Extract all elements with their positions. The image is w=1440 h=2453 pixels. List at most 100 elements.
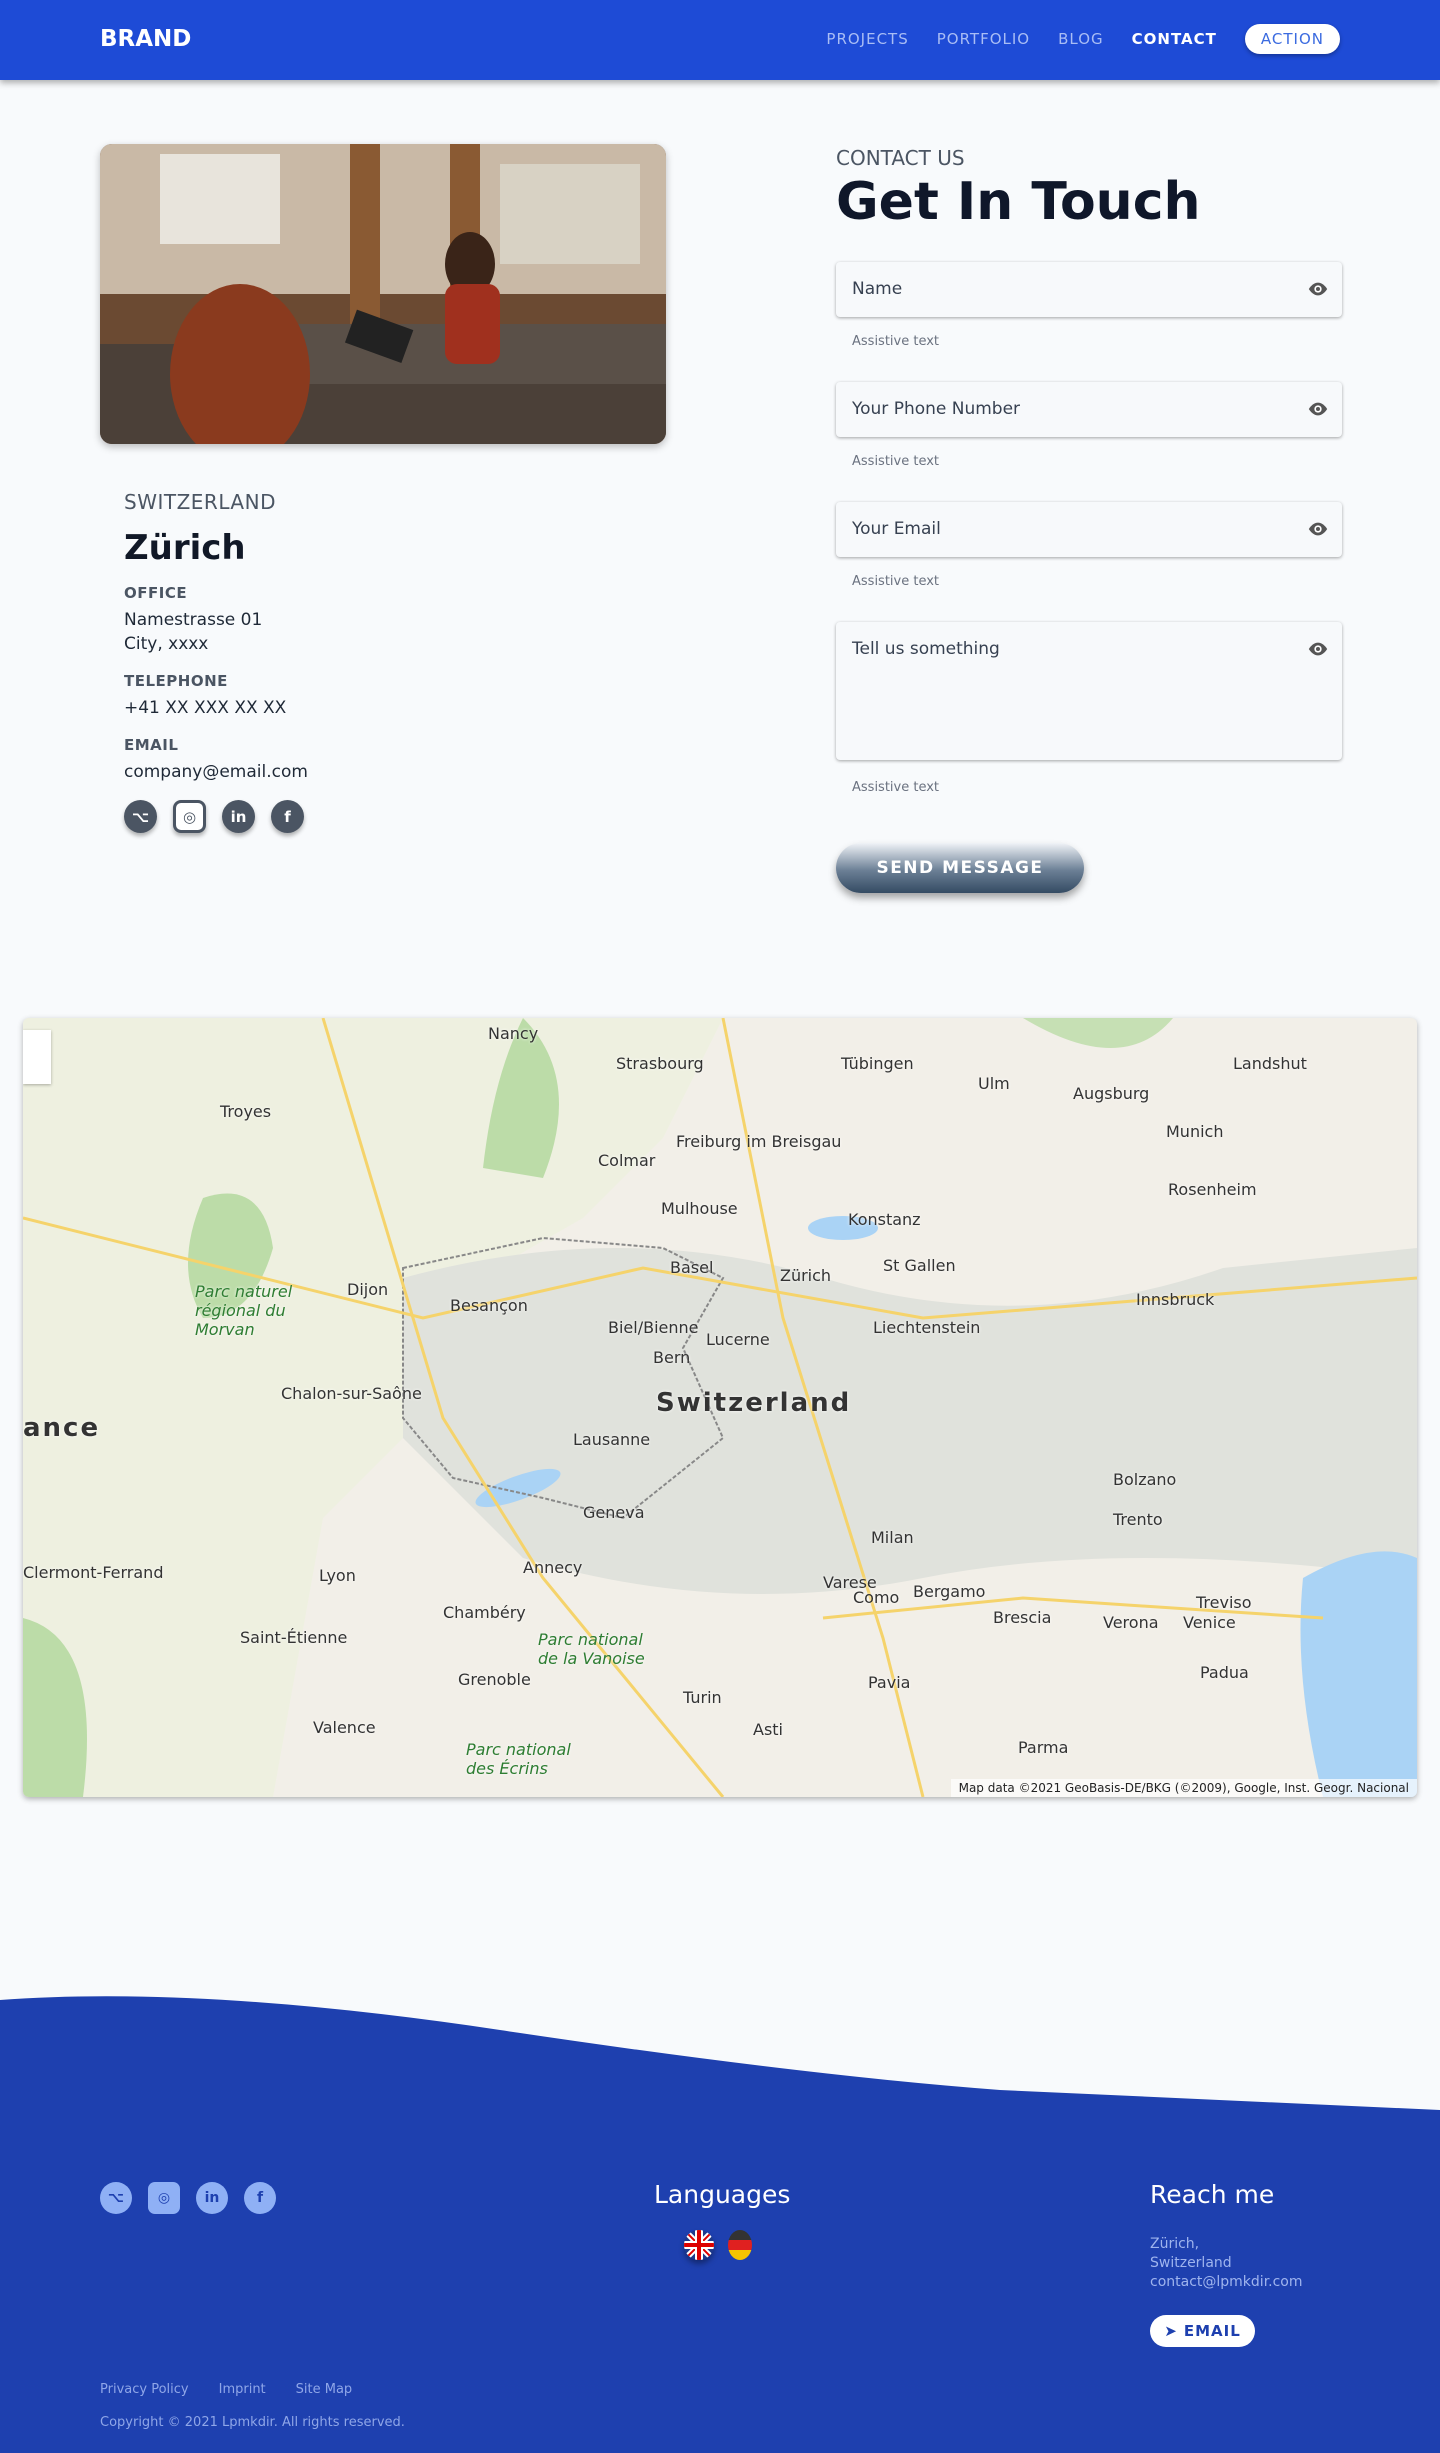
office-line2: City, xxxx	[124, 634, 209, 654]
map-label: Pavia	[868, 1673, 911, 1692]
footer-socials: ⌥ ◎ in f	[100, 2182, 276, 2214]
site-map-link[interactable]: Site Map	[296, 2382, 353, 2397]
map-label: Rosenheim	[1168, 1180, 1257, 1199]
map-control[interactable]	[23, 1030, 51, 1084]
map-label: Switzerland	[656, 1388, 852, 1418]
map[interactable]: Switzerland Zürich Bern Basel Lucerne Geneva L…	[23, 1018, 1417, 1797]
name-assistive-text: Assistive text	[852, 334, 940, 349]
imprint-link[interactable]: Imprint	[219, 2382, 266, 2397]
navbar: BRAND PROJECTS PORTFOLIO BLOG CONTACT AC…	[0, 0, 1440, 80]
facebook-icon[interactable]: f	[244, 2182, 276, 2214]
map-label: Padua	[1200, 1663, 1249, 1682]
brand-logo[interactable]: BRAND	[100, 26, 191, 52]
nav-portfolio[interactable]: PORTFOLIO	[937, 30, 1030, 48]
map-label: St Gallen	[883, 1256, 956, 1275]
map-label: Clermont-Ferrand	[23, 1563, 164, 1582]
privacy-policy-link[interactable]: Privacy Policy	[100, 2382, 189, 2397]
phone-placeholder: Your Phone Number	[852, 399, 1021, 419]
map-label: Landshut	[1233, 1054, 1307, 1073]
office-photo	[100, 144, 666, 444]
instagram-icon[interactable]: ◎	[173, 800, 206, 833]
reach-country: Switzerland	[1150, 2255, 1232, 2271]
map-label: Zürich	[780, 1266, 832, 1285]
phone-assistive-text: Assistive text	[852, 454, 940, 469]
instagram-icon[interactable]: ◎	[148, 2182, 180, 2214]
city: Zürich	[124, 528, 246, 568]
map-label: Parc national des Écrins	[466, 1740, 571, 1778]
contact-eyebrow: CONTACT US	[836, 146, 965, 170]
action-button[interactable]: ACTION	[1244, 24, 1340, 54]
send-message-button[interactable]: SEND MESSAGE	[836, 843, 1084, 893]
map-label: Brescia	[993, 1608, 1052, 1627]
telephone-label: TELEPHONE	[124, 672, 228, 690]
map-label: Dijon	[347, 1280, 389, 1299]
message-assistive-text: Assistive text	[852, 780, 940, 795]
map-label: Tübingen	[841, 1054, 914, 1073]
github-icon[interactable]: ⌥	[100, 2182, 132, 2214]
map-label: Liechtenstein	[873, 1318, 981, 1337]
map-label: Besançon	[450, 1296, 528, 1315]
eye-icon[interactable]	[1306, 278, 1330, 300]
nav-projects[interactable]: PROJECTS	[826, 30, 908, 48]
map-label: Bern	[653, 1348, 691, 1367]
email-button-label: EMAIL	[1183, 2322, 1241, 2340]
map-label: Mulhouse	[661, 1199, 738, 1218]
email-input[interactable]: Your Email	[836, 502, 1342, 557]
map-label: Varese	[823, 1573, 877, 1592]
eye-icon[interactable]	[1306, 398, 1330, 420]
email-placeholder: Your Email	[852, 519, 941, 539]
reach-city: Zürich,	[1150, 2236, 1200, 2252]
eye-icon[interactable]	[1306, 638, 1330, 660]
map-label: Chalon-sur-Saône	[281, 1384, 422, 1403]
nav-contact[interactable]: CONTACT	[1132, 30, 1217, 48]
languages-title: Languages	[654, 2180, 791, 2209]
map-label: Freiburg im Breisgau	[676, 1132, 842, 1151]
github-icon[interactable]: ⌥	[124, 800, 157, 833]
message-placeholder: Tell us something	[852, 639, 1000, 659]
linkedin-icon[interactable]: in	[196, 2182, 228, 2214]
eye-icon[interactable]	[1306, 518, 1330, 540]
map-label: Bergamo	[913, 1582, 986, 1601]
map-label: Asti	[753, 1720, 783, 1739]
copyright: Copyright © 2021 Lpmkdir. All rights res…	[100, 2415, 405, 2430]
map-label: Annecy	[523, 1558, 583, 1577]
map-label: Ulm	[978, 1074, 1010, 1093]
office-label: OFFICE	[124, 584, 188, 602]
flag-uk-icon[interactable]	[684, 2230, 714, 2260]
send-icon: ➤	[1164, 2322, 1178, 2340]
email-assistive-text: Assistive text	[852, 574, 940, 589]
map-label: Verona	[1103, 1613, 1159, 1632]
phone-input[interactable]: Your Phone Number	[836, 382, 1342, 437]
office-line1: Namestrasse 01	[124, 610, 263, 630]
email-button[interactable]: ➤ EMAIL	[1150, 2315, 1255, 2347]
map-label: Strasbourg	[616, 1054, 704, 1073]
country: SWITZERLAND	[124, 490, 276, 514]
map-label: Milan	[871, 1528, 914, 1547]
map-label: Bolzano	[1113, 1470, 1177, 1489]
map-label: Parma	[1018, 1738, 1069, 1757]
reach-email[interactable]: contact@lpmkdir.com	[1150, 2273, 1303, 2292]
message-textarea[interactable]: Tell us something	[836, 622, 1342, 760]
map-label: Lucerne	[706, 1330, 770, 1349]
map-label: Biel/Bienne	[608, 1318, 699, 1337]
contact-title: Get In Touch	[836, 172, 1201, 232]
map-label: Lyon	[319, 1566, 356, 1585]
nav-blog[interactable]: BLOG	[1058, 30, 1104, 48]
telephone: +41 XX XXX XX XX	[124, 698, 287, 718]
flag-de-icon[interactable]	[728, 2230, 752, 2260]
map-label: Parc naturel régional du Morvan	[195, 1282, 293, 1339]
contact-form: CONTACT US Get In Touch Name Assistive t…	[836, 146, 1342, 828]
map-label: Turin	[683, 1688, 722, 1707]
map-label: Treviso	[1196, 1593, 1252, 1612]
email[interactable]: company@email.com	[124, 760, 308, 784]
map-attribution[interactable]: Map data ©2021 GeoBasis-DE/BKG (©2009), …	[950, 1779, 1417, 1797]
reach-me-title: Reach me	[1150, 2180, 1275, 2209]
map-label: Valence	[313, 1718, 376, 1737]
name-input[interactable]: Name	[836, 262, 1342, 317]
map-label: Parc national de la Vanoise	[538, 1630, 645, 1668]
facebook-icon[interactable]: f	[271, 800, 304, 833]
map-label: Colmar	[598, 1151, 656, 1170]
linkedin-icon[interactable]: in	[222, 800, 255, 833]
map-label: Troyes	[220, 1102, 272, 1121]
map-label: Geneva	[583, 1503, 645, 1522]
